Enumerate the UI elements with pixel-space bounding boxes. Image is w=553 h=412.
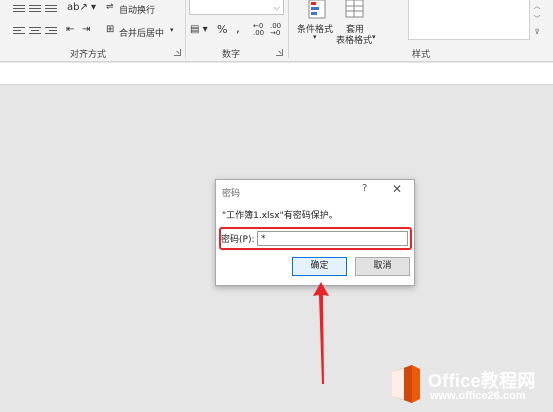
password-dialog: 密码 ? ✕ "工作簿1.xlsx"有密码保护。 密码(P): 确定 取消 (215, 179, 415, 286)
align-top-icon[interactable] (13, 5, 25, 14)
wrap-text-icon[interactable]: ⇌ (106, 2, 114, 12)
chevron-down-icon[interactable]: ▾ (313, 33, 317, 41)
help-icon[interactable]: ? (362, 183, 367, 194)
number-launcher-icon[interactable] (276, 49, 283, 56)
chevron-down-icon[interactable]: ﹀ (531, 13, 543, 26)
password-field[interactable] (257, 231, 408, 246)
gallery-scroll[interactable]: ︿ ﹀ ⊽ (531, 0, 543, 40)
align-bottom-icon[interactable] (45, 5, 57, 14)
number-format-dropdown[interactable]: ⌵ (189, 0, 284, 15)
align-right-icon[interactable] (45, 27, 57, 36)
dialog-message: "工作簿1.xlsx"有密码保护。 (222, 211, 338, 221)
chevron-down-icon[interactable]: ▾ (372, 33, 376, 41)
format-as-table-button[interactable]: 表格格式 (336, 33, 372, 46)
dialog-title: 密码 (222, 189, 241, 199)
group-divider (288, 0, 289, 58)
decrease-indent-icon[interactable]: ⇤ (66, 24, 74, 35)
increase-indent-icon[interactable]: ⇥ (82, 24, 90, 35)
alignment-group-label: 对齐方式 (70, 50, 107, 60)
ribbon: ab↗ ▾ ⇌ 自动换行 ⇤ ⇥ ⊞ 合并后居中 ▾ 对齐方式 ⌵ ▤ ▾ % … (0, 0, 553, 62)
align-middle-icon[interactable] (29, 5, 41, 14)
decrease-decimal-icon[interactable]: .00 →0 (270, 23, 281, 37)
pointer-arrow (313, 282, 329, 384)
watermark-url: www.office26.com (430, 390, 526, 402)
orientation-icon[interactable]: ab↗ ▾ (67, 2, 96, 13)
close-icon[interactable]: ✕ (392, 182, 402, 196)
conditional-format-icon[interactable] (305, 0, 329, 20)
percent-button[interactable]: % (217, 23, 227, 36)
chevron-down-icon: ⌵ (273, 3, 280, 12)
alignment-launcher-icon[interactable] (174, 49, 181, 56)
wrap-text-button[interactable]: 自动换行 (119, 3, 155, 16)
merge-center-button[interactable]: 合并后居中 (119, 26, 164, 39)
merge-center-icon[interactable]: ⊞ (106, 24, 114, 35)
password-label: 密码(P): (221, 235, 255, 245)
format-as-table-icon[interactable] (345, 0, 365, 20)
styles-group-label: 样式 (412, 50, 431, 60)
chevron-down-icon[interactable]: ▾ (170, 26, 174, 34)
cancel-button[interactable]: 取消 (355, 257, 410, 276)
align-center-icon[interactable] (29, 27, 41, 36)
office-logo-icon (392, 365, 420, 403)
chevron-up-icon[interactable]: ︿ (531, 0, 543, 13)
gallery-more-icon[interactable]: ⊽ (531, 26, 543, 39)
currency-icon[interactable]: ▤ ▾ (190, 24, 208, 35)
formula-bar[interactable] (0, 63, 553, 85)
cell-styles-gallery[interactable] (408, 0, 530, 40)
number-group-label: 数字 (222, 50, 241, 60)
increase-decimal-icon[interactable]: ←0.00 (253, 23, 264, 37)
group-divider (185, 0, 186, 58)
align-left-icon[interactable] (13, 27, 25, 36)
ok-button[interactable]: 确定 (292, 257, 347, 276)
comma-button[interactable]: , (236, 21, 240, 35)
